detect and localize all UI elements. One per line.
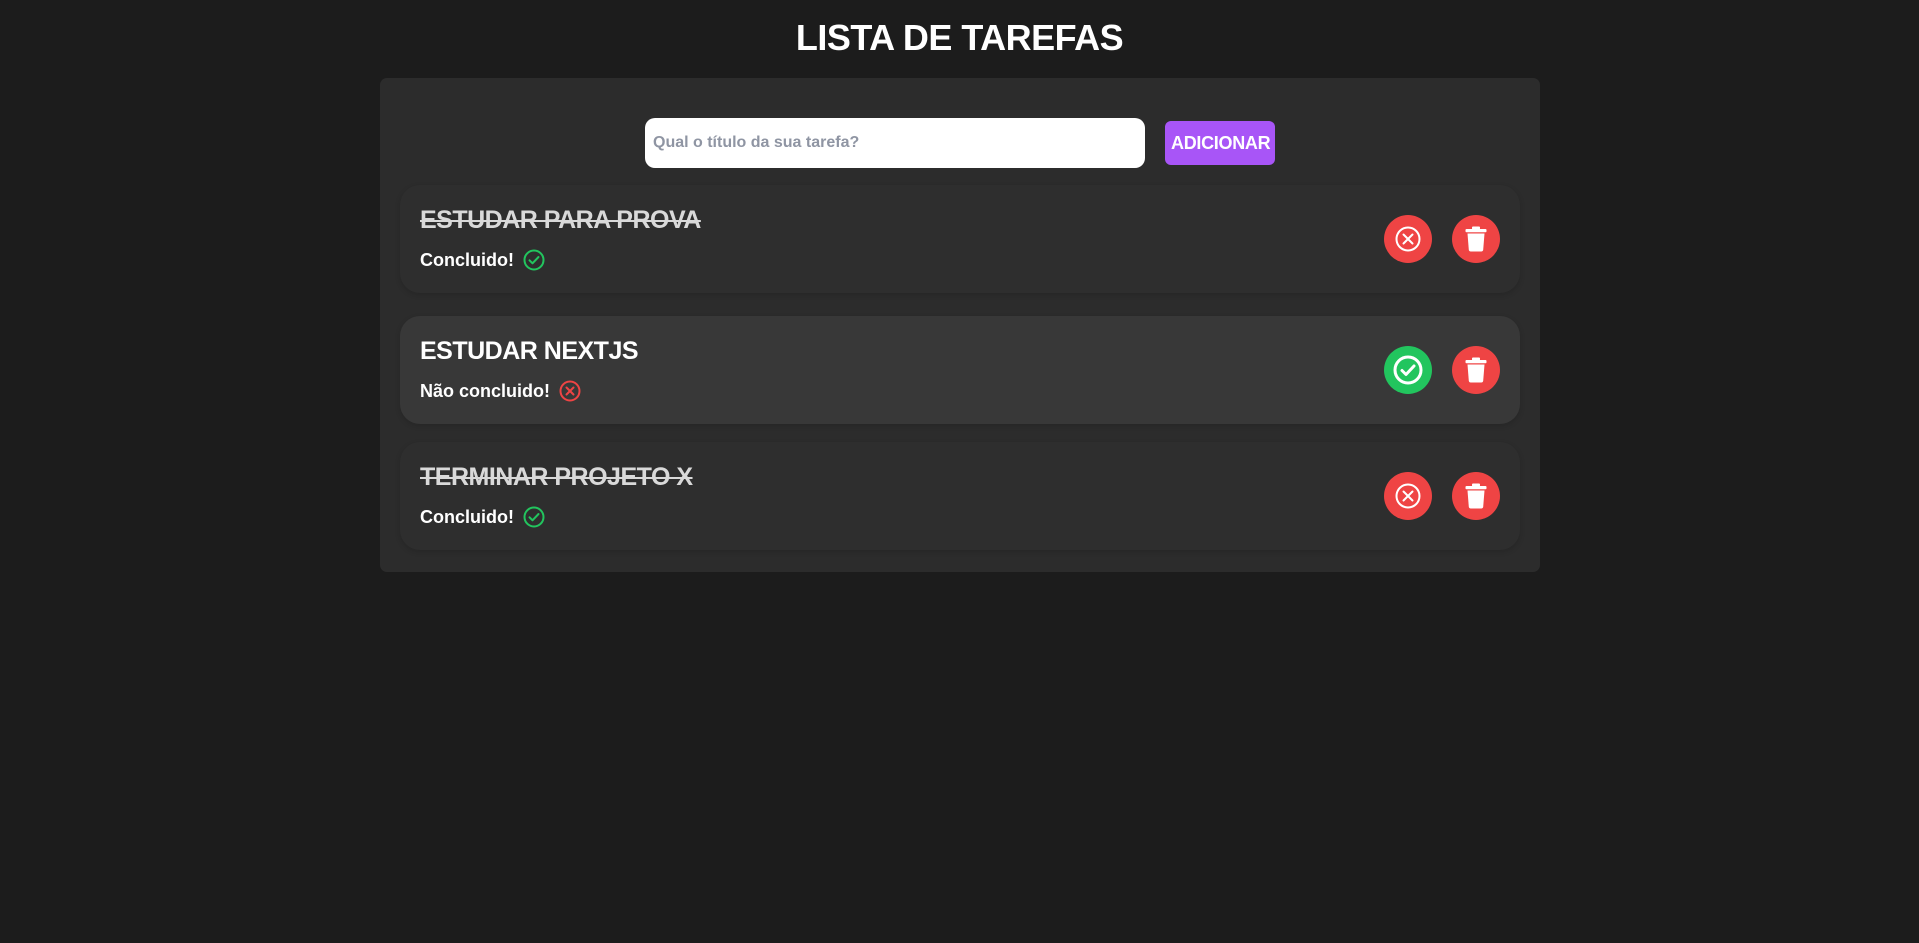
task-item: ESTUDAR NEXTJS Não concluido! — [400, 316, 1520, 424]
task-status: Não concluido! — [420, 379, 582, 403]
x-circle-icon — [1394, 225, 1422, 253]
task-title: ESTUDAR PARA PROVA — [420, 206, 701, 234]
x-circle-icon — [558, 379, 582, 403]
task-status-label: Não concluido! — [420, 381, 550, 401]
trash-icon — [1465, 357, 1487, 383]
mark-incomplete-button[interactable] — [1384, 472, 1432, 520]
trash-icon — [1465, 483, 1487, 509]
page-title: LISTA DE TAREFAS — [795, 17, 1124, 58]
mark-complete-button[interactable] — [1384, 346, 1432, 394]
check-circle-icon — [522, 248, 546, 272]
delete-task-button[interactable] — [1452, 215, 1500, 263]
task-panel: ADICIONAR ESTUDAR PARA PROVA Concluido! — [380, 78, 1540, 572]
trash-icon — [1465, 226, 1487, 252]
task-status: Concluido! — [420, 505, 546, 529]
mark-incomplete-button[interactable] — [1384, 215, 1432, 263]
task-item: TERMINAR PROJETO X Concluido! — [400, 442, 1520, 550]
task-title-input[interactable] — [645, 118, 1145, 168]
task-title: TERMINAR PROJETO X — [420, 463, 693, 491]
add-task-button[interactable]: ADICIONAR — [1165, 121, 1275, 165]
task-title: ESTUDAR NEXTJS — [420, 337, 639, 365]
check-circle-icon — [522, 505, 546, 529]
task-status-label: Concluido! — [420, 507, 514, 527]
add-task-form: ADICIONAR — [645, 118, 1275, 168]
task-status-label: Concluido! — [420, 250, 514, 270]
delete-task-button[interactable] — [1452, 472, 1500, 520]
task-status: Concluido! — [420, 248, 546, 272]
x-circle-icon — [1394, 482, 1422, 510]
delete-task-button[interactable] — [1452, 346, 1500, 394]
check-circle-icon — [1392, 354, 1424, 386]
task-item: ESTUDAR PARA PROVA Concluido! — [400, 185, 1520, 293]
